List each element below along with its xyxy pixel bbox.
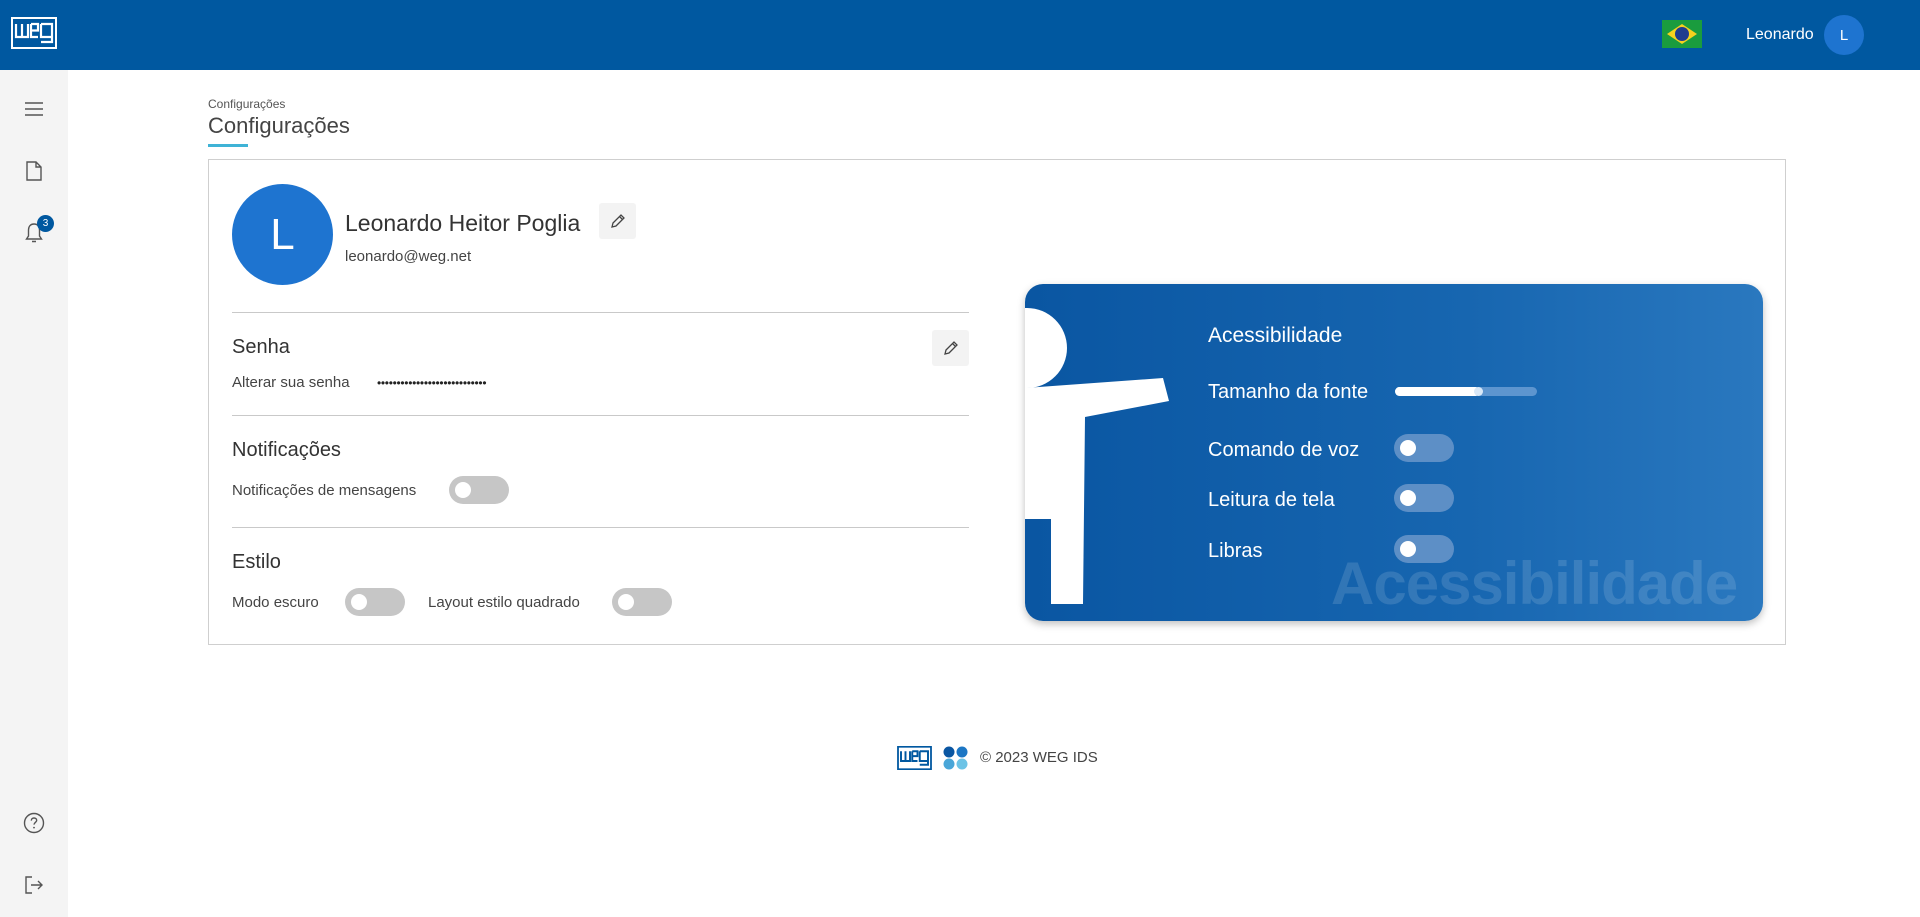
voice-command-label: Comando de voz (1208, 439, 1360, 461)
header-avatar[interactable]: L (1824, 15, 1864, 55)
breadcrumb[interactable]: Configurações (208, 97, 285, 111)
dark-mode-label: Modo escuro (232, 594, 319, 611)
brazil-flag-icon[interactable] (1662, 20, 1702, 48)
password-title: Senha (232, 336, 290, 358)
libras-label: Libras (1208, 540, 1263, 562)
masked-password: •••••••••••••••••••••••••••• (377, 376, 487, 390)
accessibility-watermark: Acessibilidade (1331, 550, 1738, 617)
top-bar: Leonardo L (0, 0, 1920, 70)
logout-icon[interactable] (20, 871, 48, 899)
edit-password-button[interactable] (932, 330, 969, 366)
header-user-name[interactable]: Leonardo (1746, 26, 1814, 44)
accessibility-panel: Acessibilidade Acessibilidade Tamanho da… (1025, 284, 1763, 621)
font-size-slider-thumb[interactable] (1474, 387, 1484, 396)
divider (232, 527, 969, 528)
profile-avatar: L (232, 184, 333, 285)
footer-copyright: © 2023 WEG IDS (980, 749, 1098, 766)
accessibility-person-icon (1025, 308, 1169, 604)
font-size-slider-fill (1395, 387, 1481, 396)
dark-mode-toggle[interactable] (345, 588, 405, 616)
sidebar (0, 70, 68, 917)
profile-email: leonardo@weg.net (345, 248, 472, 265)
profile-name: Leonardo Heitor Poglia (345, 210, 581, 236)
document-icon[interactable] (20, 157, 48, 185)
settings-card: L Leonardo Heitor Poglia leonardo@weg.ne… (208, 159, 1786, 645)
font-size-label: Tamanho da fonte (1208, 381, 1369, 403)
message-notifications-toggle[interactable] (449, 476, 509, 504)
edit-name-button[interactable] (599, 203, 636, 239)
screen-reader-toggle[interactable] (1394, 484, 1454, 512)
screen-reader-label: Leitura de tela (1208, 489, 1335, 511)
notifications-title: Notificações (232, 439, 341, 461)
title-underline (208, 144, 248, 147)
divider (232, 415, 969, 416)
weg-logo[interactable] (11, 17, 57, 49)
help-icon[interactable] (20, 809, 48, 837)
notification-badge: 3 (37, 215, 54, 232)
square-layout-label: Layout estilo quadrado (428, 594, 580, 611)
pencil-icon (943, 341, 958, 355)
divider (232, 312, 969, 313)
page-title: Configurações (208, 113, 350, 138)
accessibility-title: Acessibilidade (1208, 324, 1343, 347)
libras-toggle[interactable] (1394, 535, 1454, 563)
message-notifications-label: Notificações de mensagens (232, 482, 417, 499)
font-size-slider[interactable] (1395, 387, 1537, 396)
footer-ids-logo (943, 746, 968, 770)
menu-icon[interactable] (20, 95, 48, 123)
style-title: Estilo (232, 551, 281, 573)
square-layout-toggle[interactable] (612, 588, 672, 616)
voice-command-toggle[interactable] (1394, 434, 1454, 462)
footer-weg-logo (897, 746, 932, 770)
pencil-icon (610, 214, 625, 228)
change-password-label: Alterar sua senha (232, 374, 350, 391)
